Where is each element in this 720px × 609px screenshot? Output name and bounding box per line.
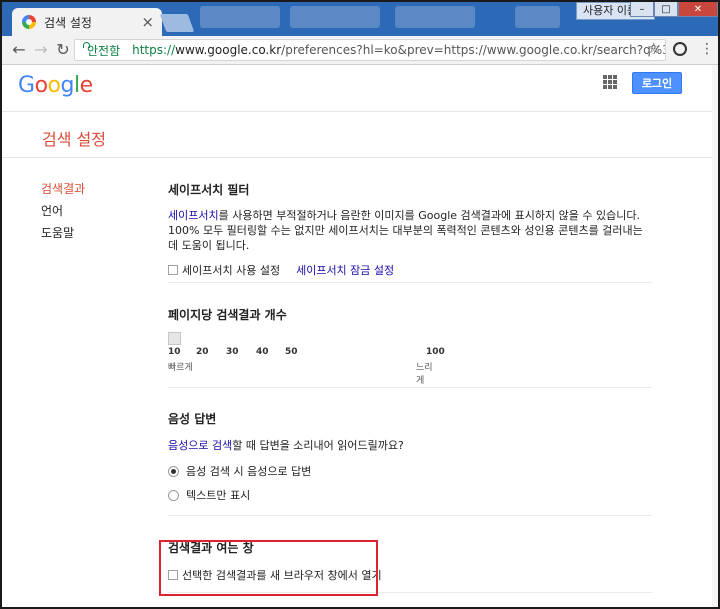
section-divider	[168, 282, 652, 283]
logo-letter: G	[18, 73, 35, 98]
extension-icon[interactable]	[673, 42, 687, 56]
slider-tick: 100	[426, 347, 445, 357]
slider-thumb[interactable]	[168, 332, 181, 345]
background-tab[interactable]	[515, 6, 560, 28]
menu-dots-icon[interactable]: ⋮	[700, 41, 714, 57]
apps-grid-icon[interactable]	[603, 75, 617, 89]
safesearch-checkbox[interactable]	[168, 265, 178, 275]
close-tab-icon[interactable]: ×	[141, 13, 154, 31]
url-path: /preferences?hl=ko&prev=https://www.goog…	[281, 43, 666, 57]
text-only-radio[interactable]	[168, 489, 179, 501]
safesearch-lock-link[interactable]: 세이프서치 잠금 설정	[296, 262, 394, 278]
section-title: 음성 답변	[168, 412, 217, 426]
browser-toolbar: ← → ↻ 안전함 https:// www.google.co.kr /pre…	[0, 36, 720, 65]
results-slider[interactable]: 10 20 30 40 50 100 빠르게 느리게	[168, 332, 445, 392]
google-logo[interactable]: Google	[18, 73, 93, 98]
login-button[interactable]: 로그인	[632, 72, 682, 94]
logo-letter: e	[79, 73, 94, 98]
slider-tick: 40	[256, 347, 269, 357]
voice-option-row[interactable]: 텍스트만 표시	[168, 487, 652, 503]
voice-option-row[interactable]: 음성 검색 시 음성으로 답변	[168, 463, 652, 479]
active-tab[interactable]: 검색 설정 ×	[12, 8, 162, 36]
section-title: 페이지당 검색결과 개수	[168, 308, 287, 322]
slider-tick: 50	[285, 347, 298, 357]
secure-label: 안전함	[87, 43, 121, 58]
page-title: 검색 설정	[42, 130, 106, 149]
google-favicon-icon	[22, 15, 36, 29]
minimize-button[interactable]: –	[630, 1, 654, 17]
voice-description: 음성으로 검색할 때 답변을 소리내어 읽어드릴까요?	[168, 438, 652, 453]
safesearch-description: 세이프서치를 사용하면 부적절하거나 음란한 이미지를 Google 검색결과에…	[168, 208, 652, 253]
section-divider	[168, 387, 652, 388]
url-scheme: https://	[132, 43, 176, 57]
logo-letter: g	[60, 73, 75, 98]
voice-answer-radio[interactable]	[168, 465, 179, 477]
back-arrow-icon[interactable]: ←	[8, 39, 30, 61]
vertical-scrollbar[interactable]	[712, 65, 718, 607]
settings-sidebar: 검색결과 언어 도움말	[41, 178, 85, 244]
results-per-page-section: 페이지당 검색결과 개수 10 20 30 40 50 100 빠르게 느리게	[168, 306, 652, 386]
address-bar[interactable]: 안전함 https:// www.google.co.kr /preferenc…	[74, 39, 666, 61]
google-header: Google 로그인	[0, 65, 720, 112]
background-tab[interactable]	[290, 6, 380, 28]
safesearch-section: 세이프서치 필터 세이프서치를 사용하면 부적절하거나 음란한 이미지를 Goo…	[168, 181, 652, 278]
slider-tick: 20	[196, 347, 209, 357]
section-title: 세이프서치 필터	[168, 183, 250, 197]
close-window-button[interactable]: ✕	[678, 1, 718, 17]
sidebar-item-results[interactable]: 검색결과	[41, 178, 85, 200]
radio-label: 텍스트만 표시	[186, 489, 251, 502]
safesearch-link[interactable]: 세이프서치	[168, 209, 219, 222]
bookmark-star-icon[interactable]: ☆	[647, 39, 660, 57]
radio-label: 음성 검색 시 음성으로 답변	[186, 465, 312, 478]
tab-strip: 검색 설정 × 사용자 이름 4 – □ ✕	[0, 0, 720, 36]
safesearch-row: 세이프서치 사용 설정 세이프서치 잠금 설정	[168, 262, 652, 278]
slider-tick: 30	[226, 347, 239, 357]
description-text: 할 때 답변을 소리내어 읽어드릴까요?	[232, 439, 404, 452]
new-tab-button[interactable]	[159, 14, 195, 32]
slider-max-label: 느리게	[416, 363, 433, 386]
checkbox-label: 세이프서치 사용 설정	[182, 264, 281, 277]
sidebar-item-language[interactable]: 언어	[41, 200, 85, 222]
slider-tick: 10	[168, 347, 181, 357]
forward-arrow-icon[interactable]: →	[30, 39, 52, 61]
voice-search-link[interactable]: 음성으로 검색	[168, 439, 232, 452]
sidebar-item-help[interactable]: 도움말	[41, 222, 85, 244]
highlight-annotation-box	[159, 540, 378, 596]
slider-min-label: 빠르게	[168, 363, 193, 373]
description-text: 를 사용하면 부적절하거나 음란한 이미지를 Google 검색결과에 표시하지…	[168, 209, 643, 252]
voice-section: 음성 답변 음성으로 검색할 때 답변을 소리내어 읽어드릴까요? 음성 검색 …	[168, 410, 652, 503]
section-divider	[168, 515, 652, 516]
tab-title: 검색 설정	[44, 15, 92, 30]
url-host: www.google.co.kr	[175, 43, 282, 57]
maximize-button[interactable]: □	[654, 1, 678, 17]
title-divider	[0, 157, 712, 158]
background-tab[interactable]	[395, 6, 475, 28]
logo-letter: o	[34, 73, 48, 98]
background-tab[interactable]	[200, 6, 280, 28]
reload-icon[interactable]: ↻	[52, 39, 74, 61]
logo-letter: o	[47, 73, 61, 98]
